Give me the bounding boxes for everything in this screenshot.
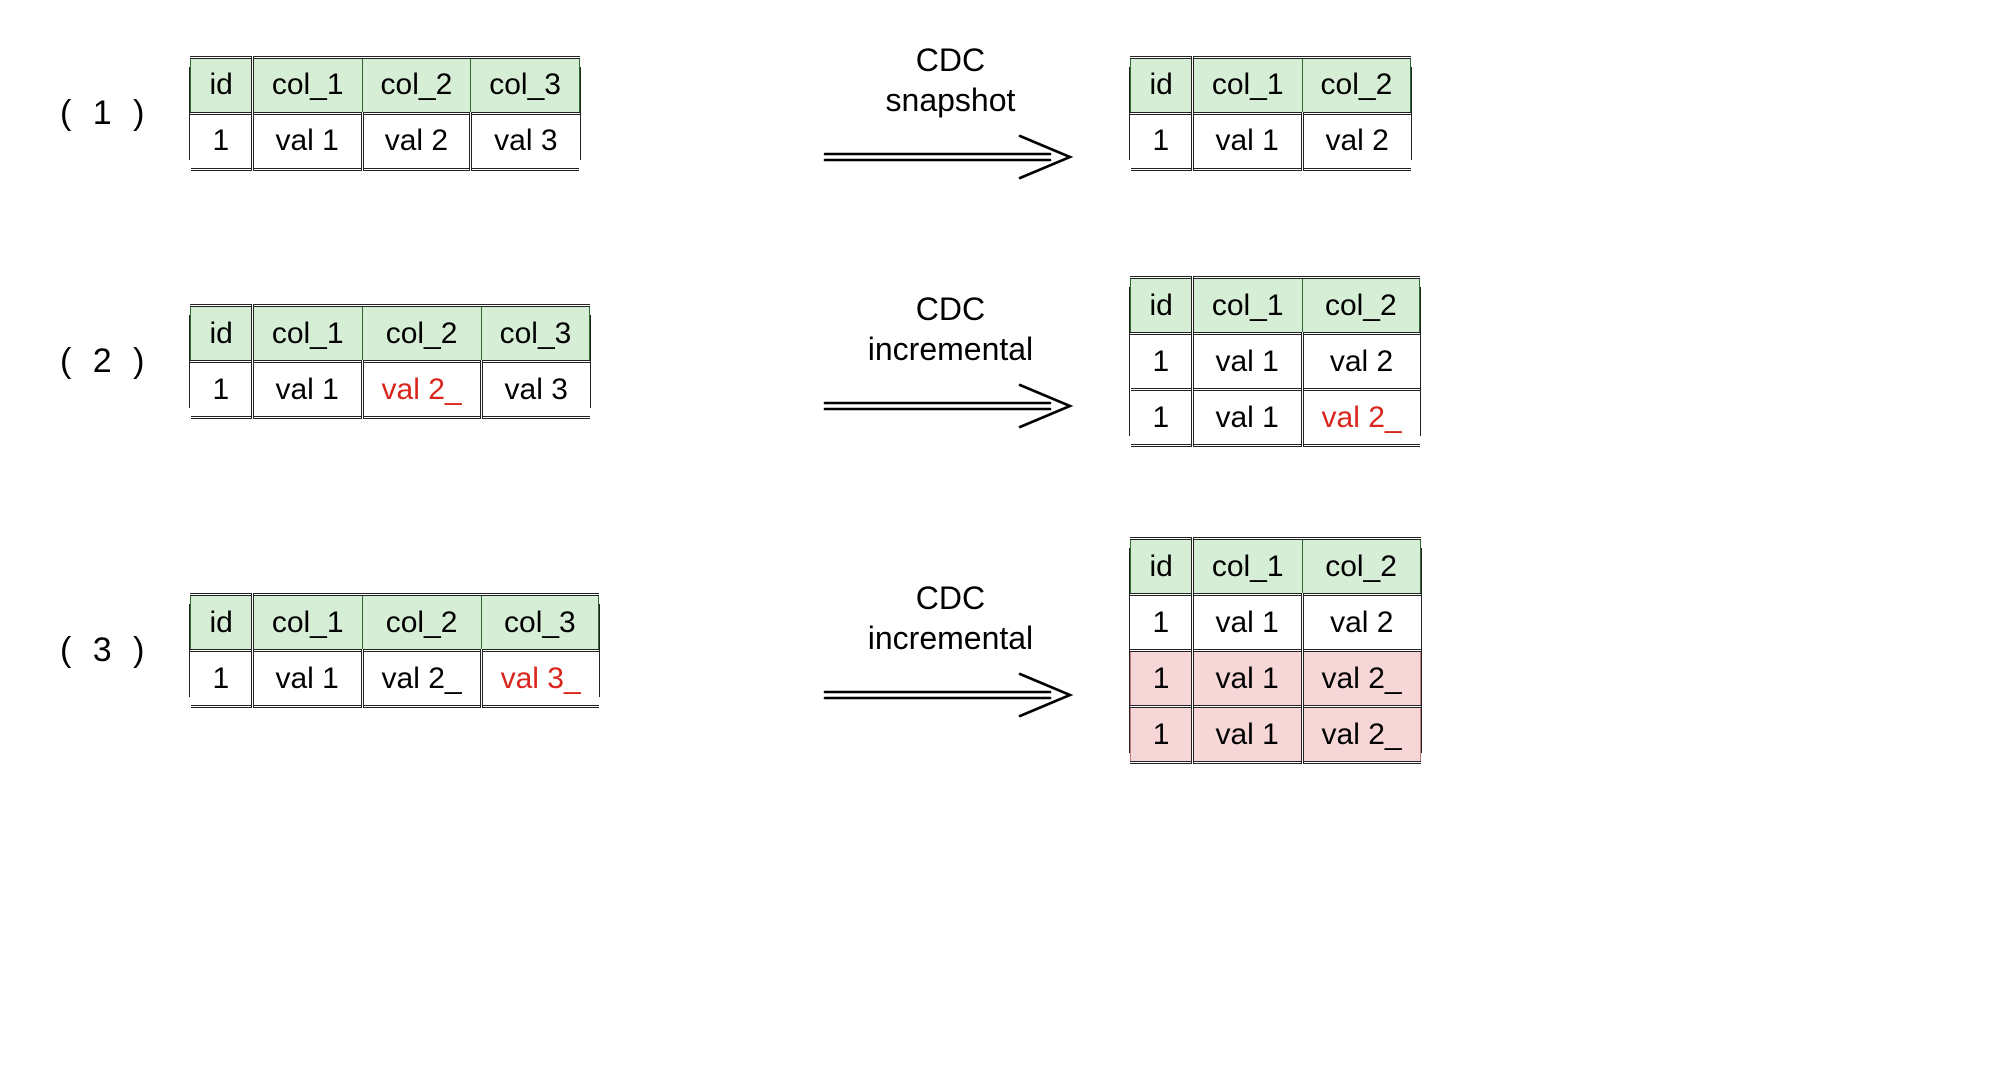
table-row-duplicate: 1 val 1 val 2_ [1131, 651, 1420, 707]
step-2-dest-table: id col_1 col_2 1 val 1 val 2 1 val 1 val… [1130, 276, 1630, 447]
col-header-col2: col_2 [362, 595, 481, 651]
step-1: ( 1 ) id col_1 col_2 col_3 1 val 1 val 2… [60, 40, 1939, 186]
cell: 1 [1131, 334, 1192, 390]
step-3-source-table: id col_1 col_2 col_3 1 val 1 val 2_ val … [190, 593, 770, 708]
col-header-col1: col_1 [1192, 539, 1302, 595]
cell: 1 [1131, 651, 1192, 707]
step-3-dest-table: id col_1 col_2 1 val 1 val 2 1 val 1 val… [1130, 537, 1630, 764]
col-header-id: id [191, 306, 252, 362]
cell: val 1 [1192, 595, 1302, 651]
col-header-col1: col_1 [252, 595, 362, 651]
col-header-id: id [1131, 539, 1192, 595]
cell: 1 [191, 113, 252, 169]
cell: val 3 [471, 113, 580, 169]
table-row: 1 val 1 val 2_ val 3 [191, 362, 590, 418]
step-1-source-table: id col_1 col_2 col_3 1 val 1 val 2 val 3 [190, 56, 770, 171]
col-header-col2: col_2 [362, 57, 471, 113]
table-row: 1 val 1 val 2_ [1131, 390, 1420, 446]
cell: val 1 [252, 362, 362, 418]
step-1-arrow: CDCsnapshot [810, 40, 1090, 186]
col-header-col1: col_1 [1192, 278, 1302, 334]
step-2-arrow: CDCincremental [810, 289, 1090, 435]
step-3-arrow: CDCincremental [810, 578, 1090, 724]
cell: 1 [1131, 390, 1192, 446]
cell: val 2_ [1302, 390, 1420, 446]
step-2-number: ( 2 ) [60, 342, 150, 381]
cell: val 3_ [481, 651, 599, 707]
cell: val 2_ [362, 651, 481, 707]
step-3: ( 3 ) id col_1 col_2 col_3 1 val 1 val 2… [60, 537, 1939, 764]
cell: 1 [191, 651, 252, 707]
dest-table: id col_1 col_2 1 val 1 val 2 1 val 1 val… [1130, 276, 1420, 447]
col-header-col3: col_3 [481, 306, 590, 362]
cell: 1 [191, 362, 252, 418]
arrow-label: CDCincremental [868, 289, 1033, 369]
arrow-icon [820, 375, 1080, 435]
col-header-col3: col_3 [481, 595, 599, 651]
col-header-id: id [1131, 278, 1192, 334]
arrow-label: CDCsnapshot [886, 40, 1016, 120]
col-header-col2: col_2 [1302, 57, 1411, 113]
table-row: 1 val 1 val 2 [1131, 113, 1411, 169]
cell: 1 [1131, 595, 1192, 651]
cell: val 1 [1192, 651, 1302, 707]
cell: val 3 [481, 362, 590, 418]
cell: val 1 [1192, 390, 1302, 446]
col-header-col2: col_2 [1302, 539, 1420, 595]
source-table: id col_1 col_2 col_3 1 val 1 val 2_ val … [190, 304, 590, 419]
diagram: ( 1 ) id col_1 col_2 col_3 1 val 1 val 2… [60, 40, 1939, 764]
cell: val 2_ [1302, 651, 1420, 707]
cell: val 2 [1302, 595, 1420, 651]
table-row: 1 val 1 val 2 [1131, 334, 1420, 390]
step-1-dest-table: id col_1 col_2 1 val 1 val 2 [1130, 56, 1630, 171]
col-header-col2: col_2 [1302, 278, 1420, 334]
col-header-col2: col_2 [362, 306, 481, 362]
col-header-col3: col_3 [471, 57, 580, 113]
col-header-id: id [1131, 57, 1192, 113]
col-header-col1: col_1 [252, 306, 362, 362]
step-3-number: ( 3 ) [60, 631, 150, 670]
cell: val 2_ [1302, 707, 1420, 763]
arrow-icon [820, 126, 1080, 186]
col-header-col1: col_1 [252, 57, 362, 113]
cell: val 2 [1302, 334, 1420, 390]
table-row: 1 val 1 val 2_ val 3_ [191, 651, 599, 707]
cell: val 2_ [362, 362, 481, 418]
cell: 1 [1131, 707, 1192, 763]
dest-table: id col_1 col_2 1 val 1 val 2 1 val 1 val… [1130, 537, 1420, 764]
cell: val 1 [1192, 113, 1302, 169]
dest-table: id col_1 col_2 1 val 1 val 2 [1130, 56, 1411, 171]
col-header-id: id [191, 57, 252, 113]
cell: val 1 [1192, 334, 1302, 390]
cell: val 2 [362, 113, 471, 169]
source-table: id col_1 col_2 col_3 1 val 1 val 2_ val … [190, 593, 599, 708]
col-header-id: id [191, 595, 252, 651]
arrow-label: CDCincremental [868, 578, 1033, 658]
table-row: 1 val 1 val 2 [1131, 595, 1420, 651]
step-1-number: ( 1 ) [60, 94, 150, 133]
source-table: id col_1 col_2 col_3 1 val 1 val 2 val 3 [190, 56, 580, 171]
step-2: ( 2 ) id col_1 col_2 col_3 1 val 1 val 2… [60, 276, 1939, 447]
col-header-col1: col_1 [1192, 57, 1302, 113]
cell: 1 [1131, 113, 1192, 169]
cell: val 1 [1192, 707, 1302, 763]
cell: val 1 [252, 651, 362, 707]
cell: val 1 [252, 113, 362, 169]
arrow-icon [820, 664, 1080, 724]
table-row: 1 val 1 val 2 val 3 [191, 113, 580, 169]
step-2-source-table: id col_1 col_2 col_3 1 val 1 val 2_ val … [190, 304, 770, 419]
cell: val 2 [1302, 113, 1411, 169]
table-row-duplicate: 1 val 1 val 2_ [1131, 707, 1420, 763]
